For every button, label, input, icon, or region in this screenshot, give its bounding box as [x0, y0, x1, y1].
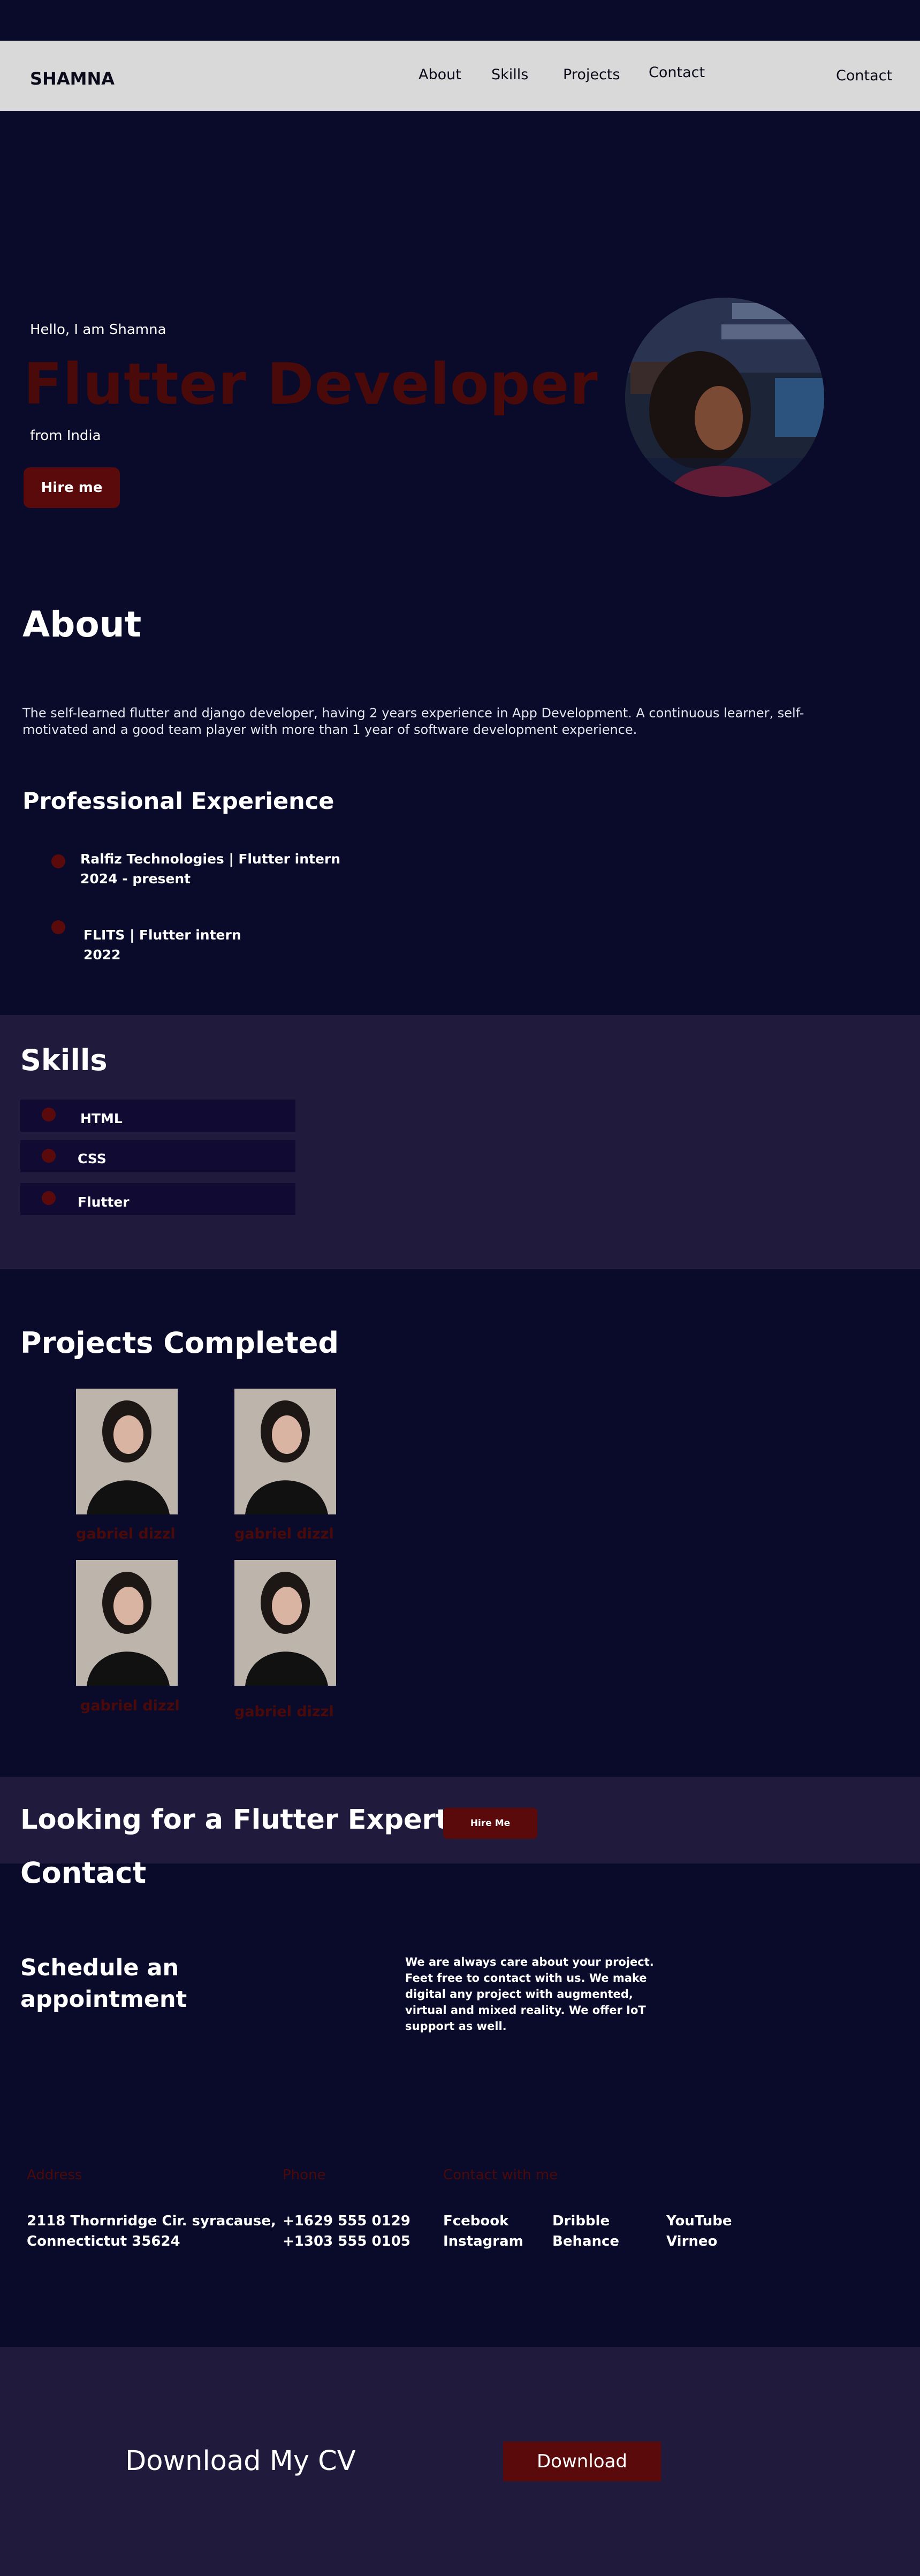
phone-number[interactable]: +1303 555 0105 [283, 2231, 410, 2252]
experience-item: Ralfiz Technologies | Flutter intern 202… [80, 849, 340, 889]
nav-contact-button[interactable]: Contact [836, 67, 892, 84]
address-line: 2118 Thornridge Cir. syracause, [27, 2213, 276, 2229]
project-label[interactable]: gabriel dizzl [76, 1526, 176, 1542]
phone-block: +1629 555 0129 +1303 555 0105 [283, 2211, 410, 2252]
skill-label: HTML [80, 1111, 123, 1126]
nav-link-about[interactable]: About [419, 66, 461, 83]
skills-title: Skills [20, 1043, 108, 1077]
project-image[interactable] [234, 1560, 336, 1686]
skill-label: CSS [78, 1151, 107, 1166]
nav-link-projects[interactable]: Projects [563, 66, 620, 83]
skill-label: Flutter [78, 1194, 130, 1210]
project-label[interactable]: gabriel dizzl [80, 1698, 180, 1714]
download-cv-button[interactable]: Download [503, 2442, 661, 2481]
experience-item: FLITS | Flutter intern 2022 [83, 925, 241, 965]
nav-link-skills[interactable]: Skills [491, 66, 528, 83]
experience-period: 2022 [83, 947, 121, 963]
download-title: Download My CV [125, 2445, 356, 2477]
phone-heading: Phone [283, 2167, 326, 2183]
contact-blurb: We are always care about your project. F… [405, 1956, 654, 2033]
skill-item [20, 1183, 295, 1215]
address-line: Connectictut 35624 [27, 2233, 180, 2249]
social-column: Dribble Behance [552, 2211, 619, 2252]
about-title: About [22, 604, 142, 645]
hire-me-button[interactable]: Hire me [24, 467, 120, 508]
address-block: 2118 Thornridge Cir. syracause, Connecti… [27, 2211, 276, 2252]
hire-me-cta-button[interactable]: Hire Me [443, 1808, 537, 1839]
social-link-youtube[interactable]: YouTube [666, 2211, 732, 2231]
social-link-dribbble[interactable]: Dribble [552, 2211, 619, 2231]
experience-bullet [51, 920, 65, 934]
hero-title: Flutter Developer [24, 351, 598, 417]
brand-logo[interactable]: SHAMNA [30, 69, 115, 89]
social-link-behance[interactable]: Behance [552, 2231, 619, 2252]
top-nav: SHAMNA About Skills Projects Contact Con… [0, 41, 920, 111]
expert-title: Looking for a Flutter Expert [20, 1804, 449, 1836]
skill-item [20, 1140, 295, 1172]
hero-greeting: Hello, I am Shamna [30, 322, 166, 338]
social-heading: Contact with me [443, 2167, 558, 2183]
social-link-facebook[interactable]: Fcebook [443, 2211, 523, 2231]
experience-role: FLITS | Flutter intern [83, 927, 241, 943]
social-column: Fcebook Instagram [443, 2211, 523, 2252]
nav-link-contact[interactable]: Contact [649, 64, 705, 81]
hero-origin: from India [30, 428, 101, 444]
about-text: The self-learned flutter and django deve… [22, 706, 804, 737]
address-heading: Address [27, 2167, 82, 2183]
experience-period: 2024 - present [80, 871, 191, 887]
contact-title: Contact [20, 1856, 147, 1890]
schedule-heading: Schedule an appointment [20, 1954, 187, 2013]
skill-item [20, 1100, 295, 1132]
social-link-instagram[interactable]: Instagram [443, 2231, 523, 2252]
experience-role: Ralfiz Technologies | Flutter intern [80, 851, 341, 867]
skill-bullet [42, 1108, 56, 1122]
project-label[interactable]: gabriel dizzl [234, 1526, 334, 1542]
projects-title: Projects Completed [20, 1326, 339, 1360]
experience-bullet [51, 854, 65, 868]
skill-bullet [42, 1191, 56, 1205]
social-column: YouTube Virneo [666, 2211, 732, 2252]
phone-number[interactable]: +1629 555 0129 [283, 2211, 410, 2231]
project-label[interactable]: gabriel dizzl [234, 1703, 334, 1720]
skill-bullet [42, 1149, 56, 1163]
project-image[interactable] [76, 1560, 178, 1686]
experience-title: Professional Experience [22, 788, 334, 815]
project-image[interactable] [76, 1389, 178, 1514]
profile-photo [625, 298, 824, 497]
project-image[interactable] [234, 1389, 336, 1514]
social-link-vimeo[interactable]: Virneo [666, 2231, 732, 2252]
